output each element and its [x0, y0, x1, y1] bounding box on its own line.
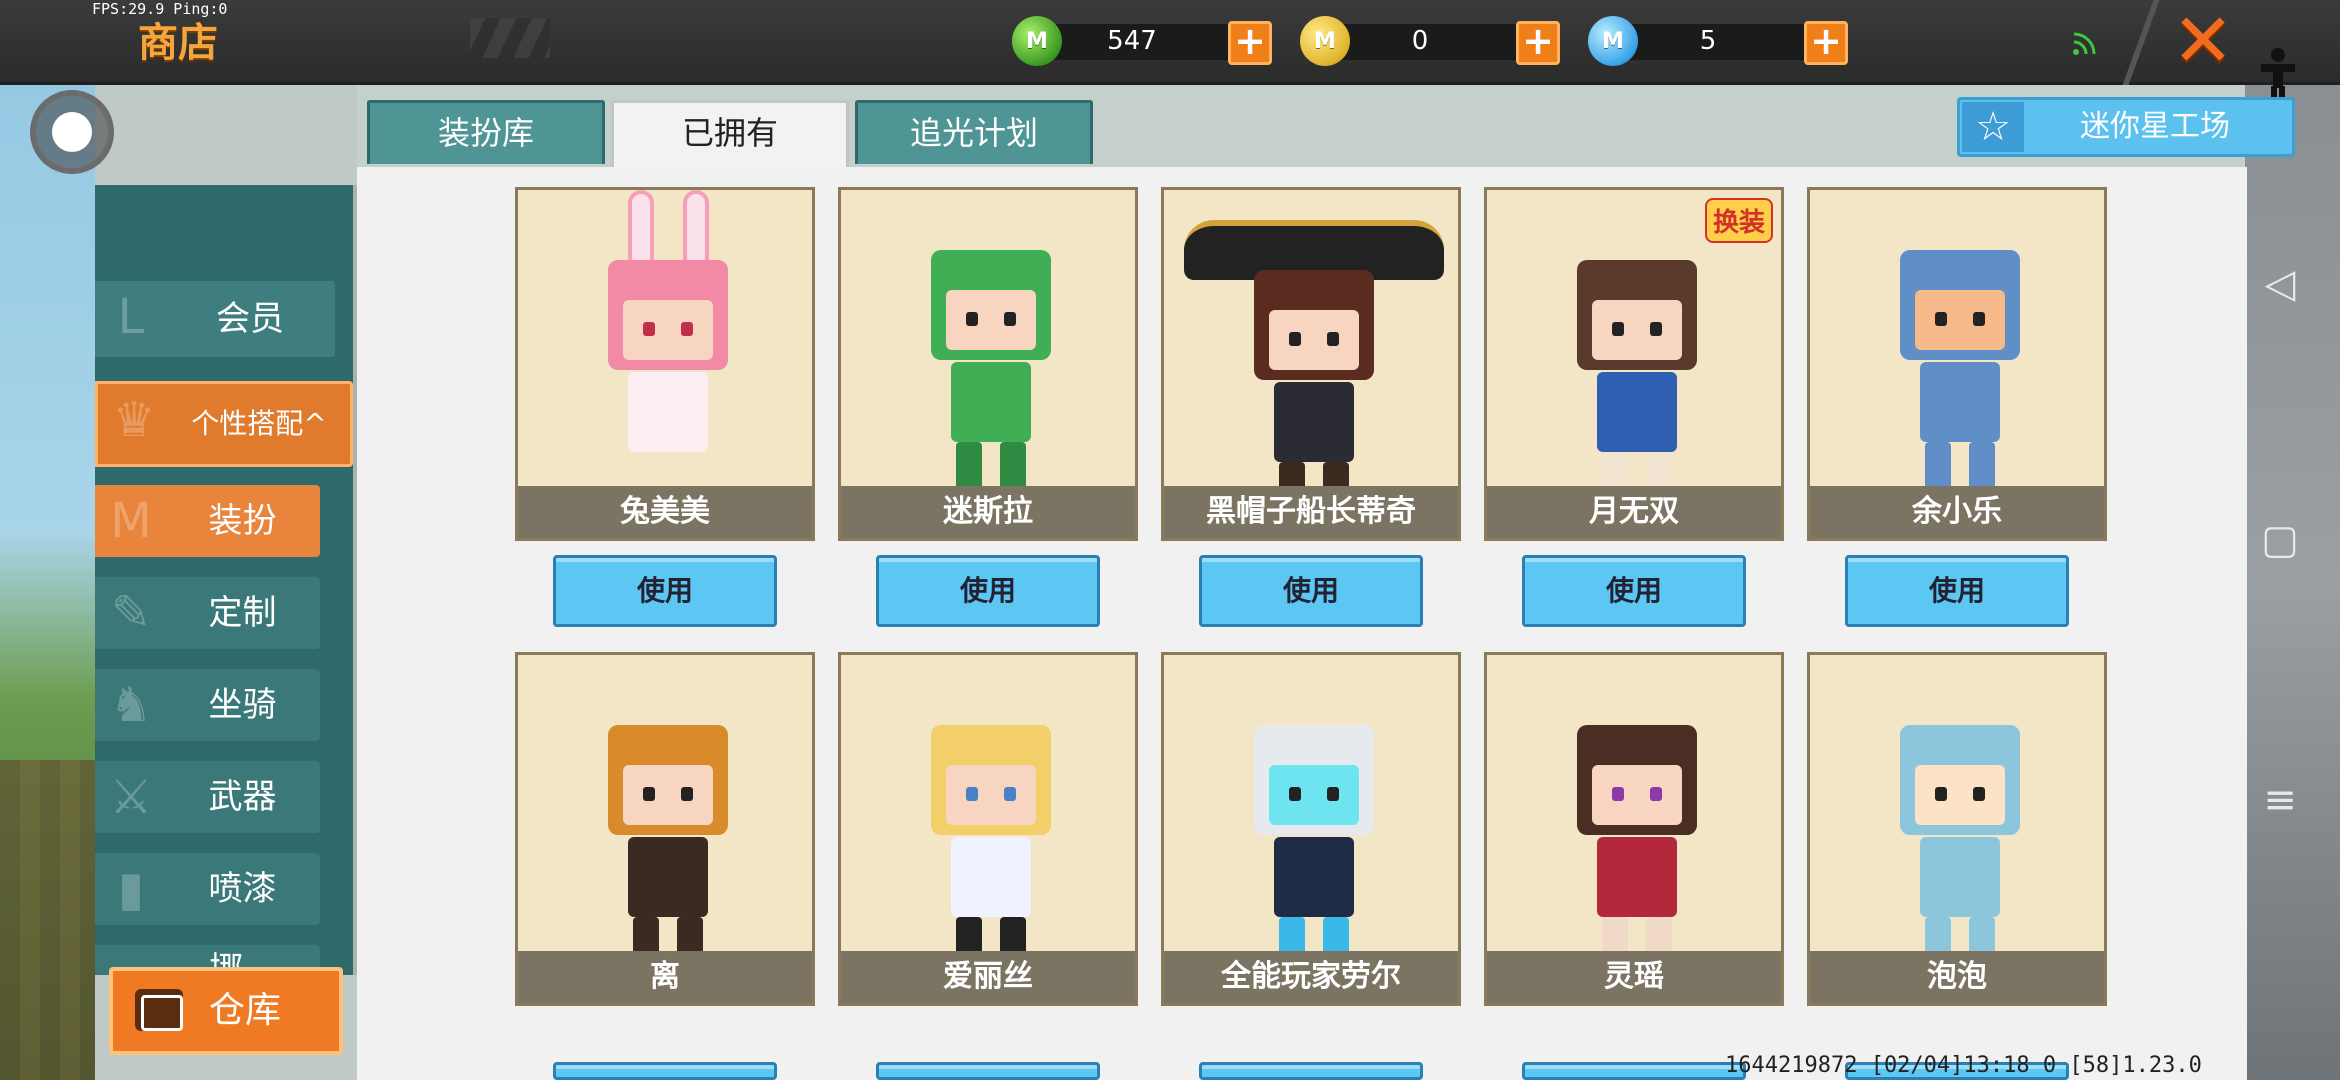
- character-portrait: [518, 190, 812, 490]
- character-portrait: [1810, 655, 2104, 967]
- owned-costume-grid: 兔美美 使用 迷斯拉 使用 黑帽子船长蒂奇 使用 换装 月无双 使用 余小乐 使…: [357, 167, 2247, 1080]
- sidebar-item-member[interactable]: L 会员: [95, 281, 335, 357]
- costume-card[interactable]: 全能玩家劳尔: [1161, 652, 1461, 1006]
- costume-card[interactable]: 灵瑶: [1484, 652, 1784, 1006]
- costume-card[interactable]: 换装 月无双: [1484, 187, 1784, 541]
- sidebar-item-costume[interactable]: M 装扮: [95, 485, 320, 557]
- use-button[interactable]: 使用: [1845, 555, 2069, 627]
- character-portrait: [518, 655, 812, 967]
- game-world-background-right: [2245, 85, 2340, 1080]
- tab-chase-light-plan[interactable]: 追光计划: [855, 100, 1093, 164]
- character-portrait: [1487, 655, 1781, 967]
- decorative-stripes: [470, 18, 550, 58]
- use-button[interactable]: 使用: [876, 555, 1100, 627]
- currency-green: M 547 +: [1012, 16, 1272, 66]
- currency-gold: M 0 +: [1300, 16, 1560, 66]
- currency-value: 0: [1411, 26, 1429, 56]
- member-icon: L: [117, 289, 145, 345]
- menu-icon[interactable]: ≡: [2258, 778, 2302, 822]
- sidebar-scroll[interactable]: L 会员 ♛ 个性搭配^ M 装扮 ✎ 定制 ♞ 坐骑 ⚔ 武器 ▮ 喷漆 挪.…: [95, 185, 357, 975]
- trophy-icon: ♛: [112, 392, 156, 448]
- sidebar-item-label: 喷漆: [208, 869, 277, 909]
- sidebar-item-label: 会员: [216, 299, 284, 339]
- costume-name: 余小乐: [1810, 486, 2104, 538]
- warehouse-label: 仓库: [209, 990, 282, 1031]
- tab-costume-library[interactable]: 装扮库: [367, 100, 605, 164]
- spray-can-icon: ▮: [117, 861, 145, 917]
- costume-name: 离: [518, 951, 812, 1003]
- costume-card[interactable]: 黑帽子船长蒂奇: [1161, 187, 1461, 541]
- costume-name: 月无双: [1487, 486, 1781, 538]
- sidebar-item-spray[interactable]: ▮ 喷漆: [95, 853, 320, 925]
- sidebar-item-weapon[interactable]: ⚔ 武器: [95, 761, 320, 833]
- character-portrait: [841, 190, 1135, 492]
- gold-mini-coin-icon: M: [1300, 16, 1350, 66]
- use-button[interactable]: [1522, 1062, 1746, 1080]
- use-button[interactable]: [553, 1062, 777, 1080]
- character-portrait: [1810, 190, 2104, 492]
- floating-assist-button[interactable]: [30, 90, 114, 174]
- costume-card[interactable]: 兔美美: [515, 187, 815, 541]
- tabs-bar: 装扮库 已拥有 追光计划 ☆ 迷你星工场: [357, 85, 2295, 167]
- sidebar-item-label: 个性搭配^: [191, 407, 327, 440]
- character-portrait: [1164, 655, 1458, 967]
- costume-name: 灵瑶: [1487, 951, 1781, 1003]
- sidebar-item-mount[interactable]: ♞ 坐骑: [95, 669, 320, 741]
- blue-mini-coin-icon: M: [1588, 16, 1638, 66]
- pencil-icon: ✎: [110, 585, 152, 641]
- costume-card[interactable]: 迷斯拉: [838, 187, 1138, 541]
- signal-icon: [2070, 28, 2100, 58]
- chest-icon: [135, 989, 183, 1031]
- sidebar-item-label: 定制: [208, 593, 277, 633]
- green-mini-coin-icon: M: [1012, 16, 1062, 66]
- costume-card[interactable]: 余小乐: [1807, 187, 2107, 541]
- home-icon[interactable]: ▢: [2258, 518, 2302, 562]
- character-portrait: [841, 655, 1135, 967]
- sidebar-group-personal-style[interactable]: ♛ 个性搭配^: [95, 381, 353, 467]
- costume-card[interactable]: 离: [515, 652, 815, 1006]
- tab-owned[interactable]: 已拥有: [611, 100, 849, 167]
- close-icon[interactable]: ✕: [2168, 4, 2238, 78]
- workshop-label: 迷你星工场: [2080, 109, 2230, 144]
- add-gold-coin-button[interactable]: +: [1516, 21, 1560, 65]
- page-title: 商店: [138, 20, 218, 66]
- shirt-icon: M: [110, 493, 152, 549]
- costume-name: 黑帽子船长蒂奇: [1164, 486, 1458, 538]
- use-button[interactable]: 使用: [553, 555, 777, 627]
- header-divider: [2122, 0, 2160, 85]
- star-icon: ☆: [1962, 102, 2024, 152]
- currency-blue: M 5 +: [1588, 16, 1848, 66]
- add-blue-coin-button[interactable]: +: [1804, 21, 1848, 65]
- costume-card[interactable]: 泡泡: [1807, 652, 2107, 1006]
- character-portrait: [1164, 190, 1458, 512]
- costume-swap-badge: 换装: [1704, 198, 1773, 243]
- costume-name: 全能玩家劳尔: [1164, 951, 1458, 1003]
- use-button[interactable]: 使用: [1522, 555, 1746, 627]
- back-icon[interactable]: ◁: [2258, 262, 2302, 306]
- top-bar: FPS:29.9 Ping:0 商店 M 547 + M 0 + M 5 + ✕: [0, 0, 2340, 85]
- sidebar-item-label: 武器: [208, 777, 277, 817]
- use-button[interactable]: [876, 1062, 1100, 1080]
- build-info: 1644219872 [02/04]13:18 0 [58]1.23.0: [1725, 1053, 2202, 1078]
- costume-card[interactable]: 爱丽丝: [838, 652, 1138, 1006]
- costume-name: 泡泡: [1810, 951, 2104, 1003]
- costume-name: 迷斯拉: [841, 486, 1135, 538]
- mount-icon: ♞: [109, 677, 153, 733]
- sidebar-item-label: 装扮: [208, 501, 277, 541]
- sidebar-item-label: 坐骑: [208, 685, 277, 725]
- costume-name: 爱丽丝: [841, 951, 1135, 1003]
- costume-name: 兔美美: [518, 486, 812, 538]
- shop-panel: 装扮库 已拥有 追光计划 ☆ 迷你星工场 L 会员 ♛ 个性搭配^ M 装扮 ✎…: [95, 85, 2295, 1080]
- add-green-coin-button[interactable]: +: [1228, 21, 1272, 65]
- use-button[interactable]: [1199, 1062, 1423, 1080]
- gun-icon: ⚔: [109, 769, 153, 825]
- currency-value: 5: [1699, 26, 1717, 56]
- sidebar-item-custom[interactable]: ✎ 定制: [95, 577, 320, 649]
- use-button[interactable]: 使用: [1199, 555, 1423, 627]
- currency-value: 547: [1107, 26, 1157, 56]
- game-world-block: [0, 760, 95, 1080]
- warehouse-button[interactable]: 仓库: [109, 967, 343, 1055]
- sidebar: L 会员 ♛ 个性搭配^ M 装扮 ✎ 定制 ♞ 坐骑 ⚔ 武器 ▮ 喷漆 挪.…: [95, 85, 357, 1080]
- mini-star-workshop-button[interactable]: ☆ 迷你星工场: [1957, 97, 2295, 157]
